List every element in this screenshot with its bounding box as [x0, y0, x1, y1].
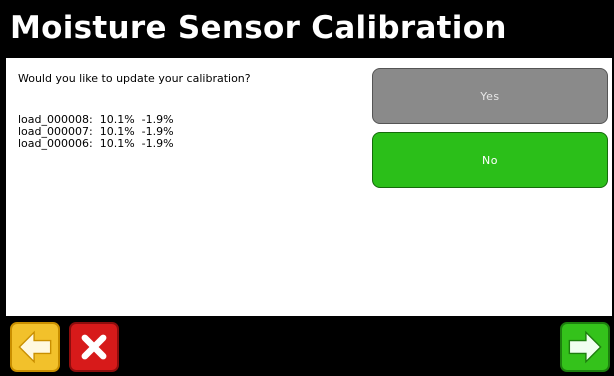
back-button[interactable] [10, 322, 60, 372]
arrow-right-icon [568, 330, 602, 364]
load-item: load_000006: 10.1% -1.9% [18, 137, 174, 150]
header-bar: Moisture Sensor Calibration [0, 0, 614, 58]
no-button-label: No [482, 153, 498, 167]
x-icon [81, 334, 107, 360]
calibration-question: Would you like to update your calibratio… [18, 72, 251, 85]
load-list: load_000008: 10.1% -1.9% load_000007: 10… [18, 114, 174, 150]
yes-button-label: Yes [480, 89, 500, 103]
content-panel: Would you like to update your calibratio… [6, 58, 612, 316]
arrow-left-icon [18, 330, 52, 364]
no-button[interactable]: No [372, 132, 608, 188]
footer-bar [0, 318, 614, 376]
calibration-screen: Moisture Sensor Calibration Would you li… [0, 0, 614, 376]
cancel-button[interactable] [69, 322, 119, 372]
next-button[interactable] [560, 322, 610, 372]
yes-button[interactable]: Yes [372, 68, 608, 124]
page-title: Moisture Sensor Calibration [10, 10, 507, 46]
